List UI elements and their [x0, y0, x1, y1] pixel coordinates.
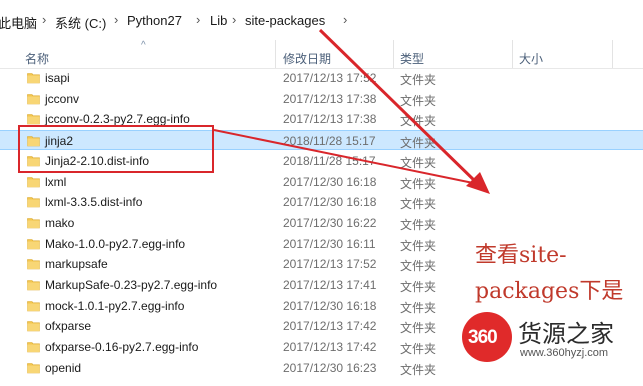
file-type: 文件夹 [400, 218, 437, 232]
file-type: 文件夹 [400, 301, 437, 315]
column-header-row: 名称 修改日期 类型 大小 [0, 40, 643, 69]
file-date: 2017/12/13 17:42 [283, 319, 377, 333]
sort-ascending-icon: ^ [141, 40, 146, 51]
file-name: isapi [45, 71, 70, 85]
folder-icon [27, 342, 40, 353]
file-name: lxml [45, 175, 67, 189]
list-item[interactable]: isapi 2017/12/13 17:52 文件夹 [0, 68, 643, 88]
file-date: 2017/12/13 17:38 [283, 92, 377, 106]
file-type: 文件夹 [400, 114, 437, 128]
file-type: 文件夹 [400, 363, 437, 377]
file-type: 文件夹 [400, 280, 437, 294]
folder-icon [27, 73, 40, 84]
file-name: jcconv-0.2.3-py2.7.egg-info [45, 112, 190, 126]
file-name: MarkupSafe-0.23-py2.7.egg-info [45, 278, 218, 292]
file-type: 文件夹 [400, 259, 437, 273]
folder-icon [27, 259, 40, 270]
file-date: 2017/12/13 17:38 [283, 112, 377, 126]
file-name: lxml-3.3.5.dist-info [45, 195, 143, 209]
folder-icon [27, 197, 40, 208]
file-type: 文件夹 [400, 156, 437, 170]
file-name: markupsafe [45, 257, 108, 271]
breadcrumb-this-pc[interactable]: 此电脑 [0, 13, 37, 32]
file-date: 2017/12/13 17:42 [283, 340, 377, 354]
breadcrumb-chevron-icon[interactable]: › [343, 12, 347, 27]
list-item[interactable]: mako 2017/12/30 16:22 文件夹 [0, 213, 643, 233]
address-bar[interactable]: 此电脑 › 系统 (C:) › Python27 › Lib › site-pa… [0, 0, 643, 41]
folder-icon [27, 280, 40, 291]
breadcrumb-python27[interactable]: Python27 [127, 13, 182, 28]
file-date: 2017/12/13 17:41 [283, 278, 377, 292]
file-name: ofxparse-0.16-py2.7.egg-info [45, 340, 199, 354]
file-type: 文件夹 [400, 197, 437, 211]
breadcrumb-chevron-icon[interactable]: › [114, 12, 118, 27]
column-header-type[interactable]: 类型 [400, 50, 424, 67]
file-name: mock-1.0.1-py2.7.egg-info [45, 299, 185, 313]
column-header-date[interactable]: 修改日期 [283, 50, 331, 67]
column-divider[interactable] [275, 40, 276, 68]
folder-icon [27, 177, 40, 188]
breadcrumb-chevron-icon[interactable]: › [196, 12, 200, 27]
breadcrumb-drive-c[interactable]: 系统 (C:) [55, 13, 106, 32]
folder-icon [27, 218, 40, 229]
file-date: 2017/12/30 16:18 [283, 299, 377, 313]
highlight-box [18, 125, 214, 173]
list-item[interactable]: lxml 2017/12/30 16:18 文件夹 [0, 172, 643, 192]
list-item[interactable]: lxml-3.3.5.dist-info 2017/12/30 16:18 文件夹 [0, 192, 643, 212]
file-type: 文件夹 [400, 94, 437, 108]
file-name: Mako-1.0.0-py2.7.egg-info [45, 237, 186, 251]
file-type: 文件夹 [400, 73, 437, 87]
file-date: 2017/12/30 16:23 [283, 361, 377, 375]
file-name: mako [45, 216, 75, 230]
folder-icon [27, 239, 40, 250]
breadcrumb-chevron-icon[interactable]: › [232, 12, 236, 27]
column-divider[interactable] [512, 40, 513, 68]
folder-icon [27, 114, 40, 125]
file-type: 文件夹 [400, 321, 437, 335]
file-type: 文件夹 [400, 239, 437, 253]
watermark-brand: 货源之家 [518, 320, 614, 348]
folder-icon [27, 321, 40, 332]
file-name: openid [45, 361, 82, 375]
file-name: jcconv [45, 92, 80, 106]
breadcrumb-lib[interactable]: Lib [210, 13, 227, 28]
file-name: ofxparse [45, 319, 92, 333]
file-date: 2017/12/30 16:18 [283, 175, 377, 189]
annotation-text-line2: packages下是 [475, 279, 624, 304]
file-date: 2017/12/30 16:11 [283, 237, 376, 251]
file-date: 2018/11/28 15:17 [283, 154, 376, 168]
file-type: 文件夹 [400, 136, 437, 150]
column-header-name[interactable]: 名称 [25, 50, 49, 67]
file-date: 2018/11/28 15:17 [283, 134, 376, 148]
watermark-logo: 360 货源之家 www.360hyzj.com [462, 310, 643, 368]
file-date: 2017/12/13 17:52 [283, 71, 377, 85]
folder-icon [27, 94, 40, 105]
column-divider[interactable] [393, 40, 394, 68]
file-type: 文件夹 [400, 177, 437, 191]
folder-icon [27, 363, 40, 374]
folder-icon [27, 301, 40, 312]
watermark-number: 360 [468, 327, 498, 348]
file-date: 2017/12/30 16:22 [283, 216, 377, 230]
watermark-url: www.360hyzj.com [520, 347, 609, 359]
column-header-size[interactable]: 大小 [519, 50, 543, 67]
file-date: 2017/12/30 16:18 [283, 195, 377, 209]
annotation-text-line1: 查看site- [475, 243, 567, 268]
list-item[interactable]: jcconv 2017/12/13 17:38 文件夹 [0, 89, 643, 109]
breadcrumb-site-packages[interactable]: site-packages [245, 13, 325, 28]
file-date: 2017/12/13 17:52 [283, 257, 377, 271]
column-divider[interactable] [612, 40, 613, 68]
file-type: 文件夹 [400, 342, 437, 356]
breadcrumb-chevron-icon[interactable]: › [42, 12, 46, 27]
